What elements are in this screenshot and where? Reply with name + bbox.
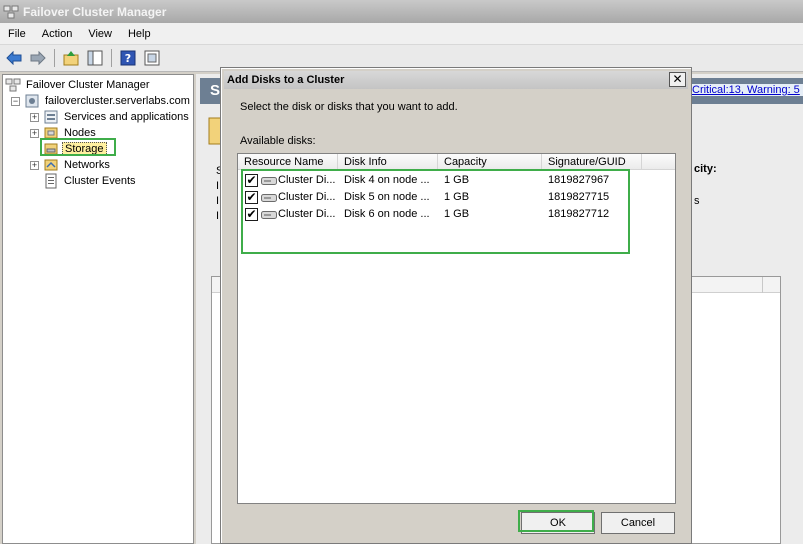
expand-icon[interactable]: +: [30, 112, 39, 122]
toolbar-separator: [54, 49, 55, 67]
services-icon: [44, 110, 58, 124]
window-title: Failover Cluster Manager: [23, 4, 167, 19]
window-title-bar: Failover Cluster Manager: [0, 0, 803, 23]
tree-item-root-label: Failover Cluster Manager: [26, 79, 150, 91]
svg-text:?: ?: [125, 52, 131, 65]
properties-icon[interactable]: [142, 48, 162, 68]
close-icon[interactable]: ✕: [669, 72, 686, 87]
column-disk-info[interactable]: Disk Info: [338, 154, 438, 170]
add-disks-dialog: Add Disks to a Cluster ✕ Select the disk…: [220, 67, 692, 544]
column-resource-name[interactable]: Resource Name: [238, 154, 338, 170]
help-icon[interactable]: ?: [118, 48, 138, 68]
details-fragment-2: I: [216, 180, 220, 192]
cancel-button[interactable]: Cancel: [601, 512, 675, 534]
storage-highlight: [40, 138, 116, 156]
collapse-icon[interactable]: −: [11, 96, 20, 106]
dialog-instruction: Select the disk or disks that you want t…: [240, 101, 458, 113]
forward-arrow-icon[interactable]: [28, 48, 48, 68]
column-separator: [762, 277, 763, 293]
details-fragment-3: I: [216, 195, 220, 207]
column-signature[interactable]: Signature/GUID: [542, 154, 642, 170]
tree-item-services-label: Services and applications: [64, 111, 189, 123]
cluster-manager-icon: [5, 78, 21, 92]
available-disks-label: Available disks:: [240, 135, 316, 147]
capacity-label: city:: [694, 163, 717, 175]
tree-item-cluster-label: failovercluster.serverlabs.com: [45, 95, 190, 107]
events-summary-link[interactable]: Critical:13, Warning: 5: [689, 84, 803, 96]
tree-item-networks[interactable]: + Networks: [30, 157, 112, 173]
expand-icon[interactable]: +: [30, 128, 39, 138]
dialog-title-bar: Add Disks to a Cluster ✕: [224, 71, 688, 89]
dialog-title: Add Disks to a Cluster: [227, 74, 345, 86]
ok-button-highlight: [518, 510, 594, 532]
events-icon: [45, 173, 57, 189]
details-fragment-4: I: [216, 210, 220, 222]
disk-rows-highlight: [241, 169, 630, 254]
folder-large-icon: [208, 117, 221, 145]
expand-icon[interactable]: +: [30, 160, 39, 170]
cluster-manager-icon: [3, 5, 19, 18]
tree-item-cluster[interactable]: − failovercluster.serverlabs.com: [11, 93, 192, 109]
list-header: Resource Name Disk Info Capacity Signatu…: [238, 154, 675, 170]
menu-action[interactable]: Action: [34, 28, 81, 40]
menu-file[interactable]: File: [0, 28, 34, 40]
show-hide-tree-icon[interactable]: [85, 48, 105, 68]
menu-view[interactable]: View: [80, 28, 120, 40]
toolbar-separator: [111, 49, 112, 67]
networks-icon: [44, 159, 58, 171]
menu-bar: File Action View Help: [0, 23, 803, 45]
details-header-initial: S: [210, 82, 221, 99]
tree-item-cluster-events-label: Cluster Events: [64, 175, 136, 187]
column-capacity[interactable]: Capacity: [438, 154, 542, 170]
menu-help[interactable]: Help: [120, 28, 159, 40]
details-fragment-5: s: [694, 195, 700, 207]
tree-item-networks-label: Networks: [64, 159, 110, 171]
back-arrow-icon[interactable]: [4, 48, 24, 68]
tree-item-root[interactable]: Failover Cluster Manager: [5, 77, 152, 93]
tree-item-services[interactable]: + Services and applications: [30, 109, 191, 125]
up-folder-icon[interactable]: [61, 48, 81, 68]
cluster-icon: [25, 94, 39, 108]
tree-item-cluster-events[interactable]: Cluster Events: [43, 173, 138, 189]
